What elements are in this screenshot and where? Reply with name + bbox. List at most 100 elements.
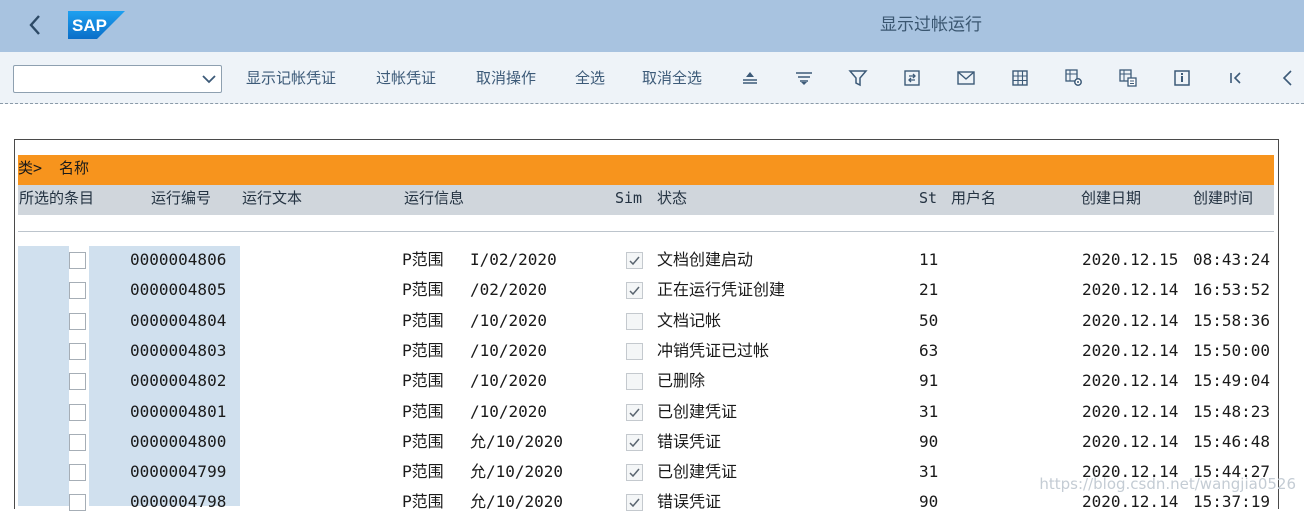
run-period: /10/2020	[470, 371, 548, 391]
run-period: /10/2020	[470, 401, 548, 421]
run-info: P范围	[402, 431, 444, 451]
col-header-run-info[interactable]: 运行信息	[404, 185, 464, 211]
run-info: P范围	[402, 310, 444, 330]
created-time: 15:48:23	[1193, 401, 1271, 421]
run-period: /10/2020	[470, 310, 548, 330]
created-time: 15:58:36	[1193, 310, 1271, 330]
display-document-button[interactable]: 显示记帐凭证	[246, 52, 336, 104]
run-info: P范围	[402, 401, 444, 421]
first-page-icon[interactable]	[1226, 68, 1246, 88]
status-text: 已创建凭证	[657, 462, 738, 482]
run-number[interactable]: 0000004803	[130, 337, 226, 367]
page-title: 显示过帐运行	[880, 15, 982, 35]
layout-settings-icon[interactable]	[1064, 68, 1084, 88]
table-row[interactable]: 0000004803 P范围/10/2020 冲销凭证已过帐 63 2020.12.14…	[0, 337, 1304, 367]
col-header-run-text[interactable]: 运行文本	[242, 185, 302, 211]
created-time: 15:46:48	[1193, 431, 1271, 451]
run-number[interactable]: 0000004804	[130, 307, 226, 337]
col-header-status[interactable]: 状态	[657, 185, 687, 211]
run-info: P范围	[402, 462, 444, 482]
watermark: https://blog.csdn.net/wangjia0526	[1039, 475, 1296, 493]
row-select-checkbox[interactable]	[69, 403, 86, 421]
table-row[interactable]: 0000004805 P范围/02/2020 正在运行凭证创建 21 2020.12.1…	[0, 276, 1304, 306]
status-text: 文档创建启动	[657, 250, 754, 269]
created-date: 2020.12.14	[1082, 431, 1179, 451]
layout-grid-icon[interactable]	[1010, 68, 1030, 88]
created-date: 2020.12.14	[1082, 280, 1179, 300]
created-date: 2020.12.14	[1082, 371, 1179, 391]
table-row[interactable]: 0000004806 P范围 I/02/2020 文档创建启动 11 2020.12.15…	[0, 246, 1304, 276]
collapse-left-icon[interactable]	[1278, 68, 1298, 88]
created-time: 15:50:00	[1193, 340, 1271, 360]
col-header-st[interactable]: St	[919, 185, 937, 211]
info-icon[interactable]	[1172, 68, 1192, 88]
row-select-checkbox[interactable]	[69, 312, 86, 330]
group-name: 名称	[59, 159, 90, 177]
col-header-sim[interactable]: Sim	[615, 185, 642, 211]
status-text: 已删除	[657, 371, 706, 391]
run-number[interactable]: 0000004802	[130, 367, 226, 397]
status-text: 冲销凭证已过帐	[657, 340, 770, 360]
run-number[interactable]: 0000004806	[130, 246, 226, 276]
group-row: 类> 名称	[18, 155, 1274, 185]
post-document-button[interactable]: 过帐凭证	[376, 52, 436, 104]
sort-descending-icon[interactable]	[794, 68, 814, 88]
table-row[interactable]: 0000004800 P范围 允/10/2020 错误凭证 90 2020.12.14 15…	[0, 428, 1304, 458]
created-date: 2020.12.14	[1082, 310, 1179, 330]
sim-checkbox	[626, 433, 643, 451]
sim-checkbox	[626, 342, 643, 360]
header-separator	[18, 231, 1274, 232]
run-period: /02/2020	[470, 280, 548, 300]
sim-checkbox	[626, 252, 643, 269]
cancel-operation-button[interactable]: 取消操作	[476, 52, 536, 104]
sort-ascending-icon[interactable]	[740, 68, 760, 88]
col-header-date[interactable]: 创建日期	[1081, 185, 1141, 211]
run-period: I/02/2020	[470, 250, 557, 269]
deselect-all-button[interactable]: 取消全选	[642, 52, 702, 104]
table-row[interactable]: 0000004804 P范围/10/2020 文档记帐 50 2020.12.14 15:…	[0, 307, 1304, 337]
table-row[interactable]: 0000004801 P范围/10/2020 已创建凭证 31 2020.12.14 15…	[0, 398, 1304, 428]
created-date: 2020.12.14	[1082, 401, 1179, 421]
select-all-button[interactable]: 全选	[575, 52, 605, 104]
sim-checkbox	[626, 464, 643, 482]
sim-checkbox	[626, 403, 643, 421]
sim-checkbox	[626, 373, 643, 391]
run-number[interactable]: 0000004805	[130, 276, 226, 306]
group-label: 类>	[18, 159, 43, 177]
created-date: 2020.12.14	[1082, 340, 1179, 360]
row-select-checkbox[interactable]	[69, 373, 86, 391]
table-row[interactable]: 0000004802 P范围/10/2020 已删除 91 2020.12.14 15:4…	[0, 367, 1304, 397]
run-period: /10/2020	[470, 340, 548, 360]
filter-icon[interactable]	[848, 68, 868, 88]
col-header-run-no[interactable]: 运行编号	[151, 185, 211, 211]
run-number[interactable]: 0000004798	[130, 488, 226, 518]
run-number[interactable]: 0000004799	[130, 458, 226, 488]
row-select-checkbox[interactable]	[69, 252, 86, 269]
variant-select[interactable]	[13, 65, 222, 93]
col-header-user[interactable]: 用户名	[951, 185, 996, 211]
status-text: 正在运行凭证创建	[657, 280, 786, 300]
status-code: 63	[919, 340, 939, 360]
run-number[interactable]: 0000004800	[130, 428, 226, 458]
layout-select-icon[interactable]	[1118, 68, 1138, 88]
row-select-checkbox[interactable]	[69, 282, 86, 300]
run-period: 允/10/2020	[470, 462, 564, 482]
row-select-checkbox[interactable]	[69, 433, 86, 451]
status-code: 31	[919, 462, 939, 482]
run-number[interactable]: 0000004801	[130, 398, 226, 428]
toolbar: 显示记帐凭证 过帐凭证 取消操作 全选 取消全选	[0, 52, 1304, 104]
created-date: 2020.12.15	[1082, 250, 1179, 269]
sim-checkbox	[626, 312, 643, 330]
export-icon[interactable]	[902, 68, 922, 88]
status-code: 90	[919, 492, 939, 512]
row-select-checkbox[interactable]	[69, 342, 86, 360]
run-info: P范围	[402, 250, 444, 269]
col-header-selected[interactable]: 所选的条目	[19, 185, 94, 211]
mail-icon[interactable]	[956, 68, 976, 88]
created-time: 08:43:24	[1193, 250, 1271, 269]
column-header-row: 所选的条目 运行编号 运行文本 运行信息 Sim 状态 St 用户名 创建日期 …	[18, 185, 1274, 215]
col-header-time[interactable]: 创建时间	[1193, 185, 1253, 211]
run-period: 允/10/2020	[470, 431, 564, 451]
row-select-checkbox[interactable]	[69, 464, 86, 482]
sim-checkbox	[626, 282, 643, 300]
